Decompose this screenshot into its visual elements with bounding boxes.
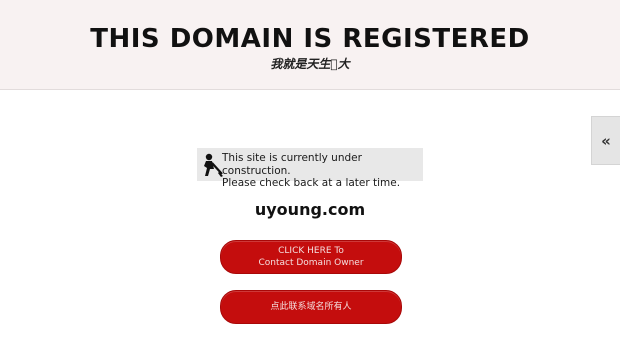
construction-worker-icon <box>204 153 223 177</box>
contact-cn-label: 点此联系域名所有人 <box>270 302 352 312</box>
side-panel-toggle-button[interactable]: « <box>591 116 620 165</box>
contact-owner-button[interactable]: CLICK HERE To Contact Domain Owner <box>220 240 402 274</box>
notice-line-1: This site is currently under constructio… <box>222 152 362 177</box>
construction-notice: This site is currently under constructio… <box>197 148 423 189</box>
page-title: THIS DOMAIN IS REGISTERED <box>90 24 530 54</box>
double-chevron-left-icon: « <box>601 131 611 150</box>
contact-button-line-1: CLICK HERE To <box>278 246 344 256</box>
notice-line-2: Please check back at a later time. <box>222 177 401 189</box>
page-subtitle: 我就是天生𠓰大 <box>270 57 350 71</box>
contact-button-line-2: Contact Domain Owner <box>258 258 364 268</box>
domain-name: uyoung.com <box>254 200 366 219</box>
page-header: THIS DOMAIN IS REGISTERED 我就是天生𠓰大 <box>0 0 620 90</box>
contact-owner-cn-button[interactable]: 点此联系域名所有人 <box>220 290 402 324</box>
